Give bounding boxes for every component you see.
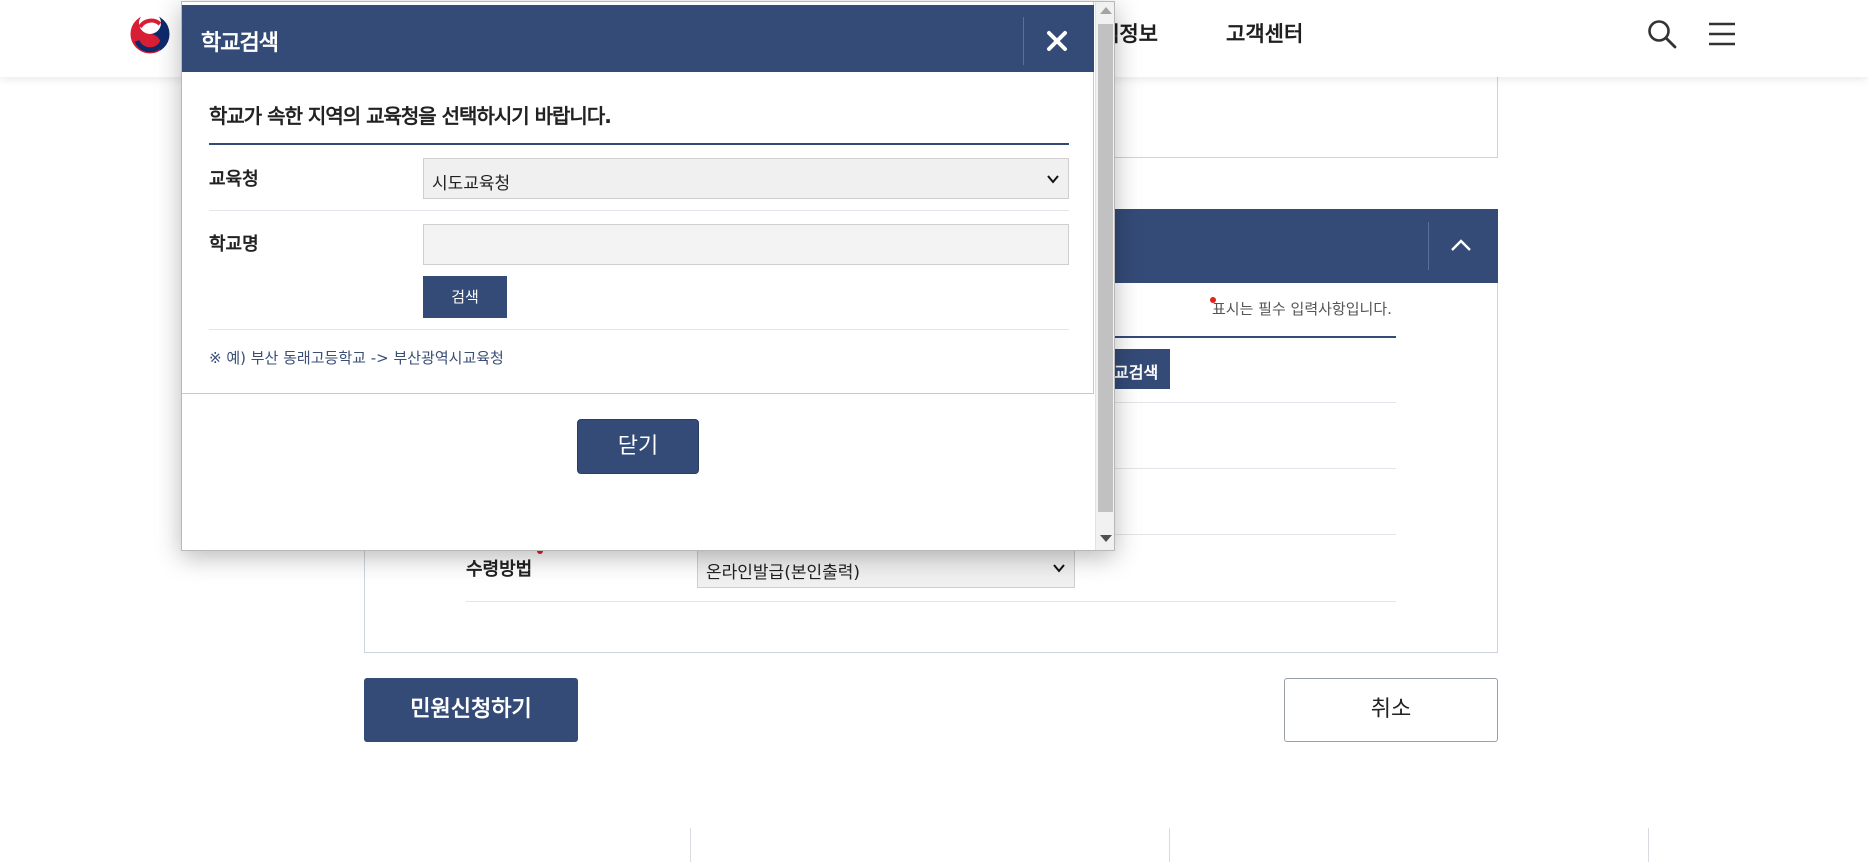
scrollbar-thumb[interactable] xyxy=(1098,24,1113,512)
school-search-popup: 학교검색 학교가 속한 지역의 교육청을 선택하시기 바랍니다. 교육청 시도교… xyxy=(181,1,1115,551)
scroll-down-arrow-icon[interactable] xyxy=(1100,535,1112,542)
receive-method-value: 온라인발급(본인출력) xyxy=(706,563,861,583)
chevron-down-icon xyxy=(1052,560,1066,574)
example-note: ※ 예) 부산 동래고등학교 -> 부산광역시교육청 xyxy=(209,349,504,367)
chevron-up-icon[interactable] xyxy=(1446,230,1476,260)
apply-request-button[interactable]: 민원신청하기 xyxy=(364,678,578,742)
popup-scrollbar[interactable] xyxy=(1095,2,1114,550)
scroll-up-arrow-icon[interactable] xyxy=(1100,7,1112,14)
popup-guide-divider xyxy=(209,143,1069,145)
hamburger-menu-icon[interactable] xyxy=(1706,18,1738,50)
popup-row-divider xyxy=(209,210,1069,211)
popup-header-divider xyxy=(1023,17,1024,65)
education-office-select[interactable]: 시도교육청 xyxy=(423,158,1069,199)
footer-divider xyxy=(690,828,691,862)
footer-divider xyxy=(1169,828,1170,862)
chevron-down-icon xyxy=(1046,171,1060,185)
footer-divider xyxy=(1648,828,1649,862)
popup-search-button[interactable]: 검색 xyxy=(423,276,507,318)
required-note: 표시는 필수 입력사항입니다. xyxy=(1212,300,1392,318)
popup-content: 학교검색 학교가 속한 지역의 교육청을 선택하시기 바랍니다. 교육청 시도교… xyxy=(182,2,1094,394)
receive-method-select[interactable]: 온라인발급(본인출력) xyxy=(697,547,1075,588)
education-office-label: 교육청 xyxy=(209,169,259,190)
school-name-label: 학교명 xyxy=(209,234,259,255)
page: 책정보 고객센터 표시는 필수 입력사항입니다. 교검색 수령방법 온라인발급(… xyxy=(0,0,1868,862)
receive-method-label: 수령방법 xyxy=(466,559,533,580)
popup-title: 학교검색 xyxy=(201,31,279,56)
section-bar-divider xyxy=(1428,222,1429,270)
school-name-input[interactable] xyxy=(423,224,1069,265)
row-divider xyxy=(466,601,1396,602)
popup-close-button[interactable]: 닫기 xyxy=(577,419,699,474)
nav-item-customer-center[interactable]: 고객센터 xyxy=(1226,18,1303,48)
cancel-button[interactable]: 취소 xyxy=(1284,678,1498,742)
popup-header: 학교검색 xyxy=(182,5,1094,72)
taegeuk-emblem-icon[interactable] xyxy=(126,10,174,58)
popup-row-divider xyxy=(209,329,1069,330)
close-icon[interactable] xyxy=(1039,23,1075,59)
popup-guide-text: 학교가 속한 지역의 교육청을 선택하시기 바랍니다. xyxy=(209,104,612,128)
search-icon[interactable] xyxy=(1646,18,1678,50)
education-office-value: 시도교육청 xyxy=(432,174,511,194)
